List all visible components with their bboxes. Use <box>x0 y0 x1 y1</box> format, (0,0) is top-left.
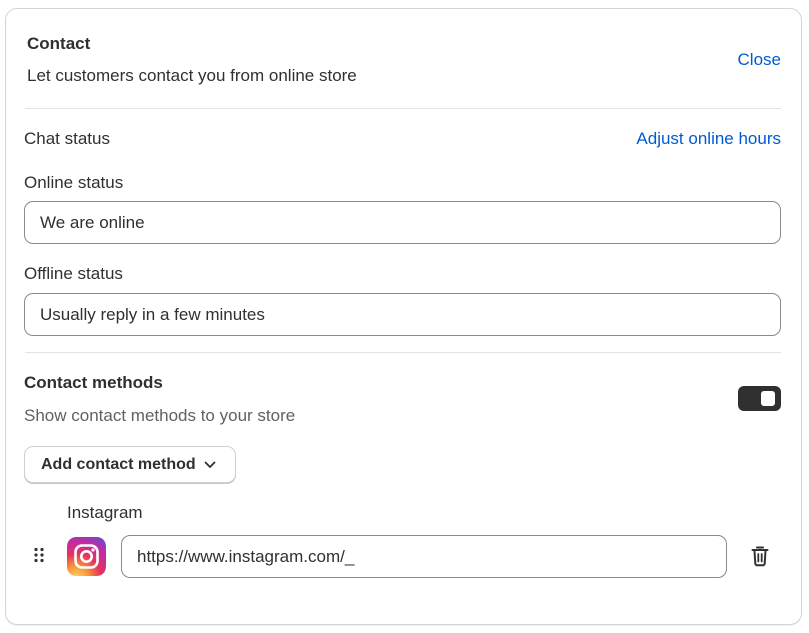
close-link[interactable]: Close <box>738 50 781 70</box>
online-status-label: Online status <box>24 173 124 192</box>
contact-settings-card: Contact Let customers contact you from o… <box>5 8 802 625</box>
toggle-knob <box>761 391 775 406</box>
contact-method-name: Instagram <box>67 503 143 522</box>
offline-status-label: Offline status <box>24 264 123 283</box>
add-contact-method-button[interactable]: Add contact method <box>24 446 236 483</box>
instagram-icon <box>67 537 106 576</box>
online-status-input[interactable]: We are online <box>24 201 781 244</box>
card-subtitle: Let customers contact you from online st… <box>27 66 357 85</box>
trash-icon[interactable] <box>750 545 770 567</box>
add-contact-method-label: Add contact method <box>41 455 196 473</box>
offline-status-value: Usually reply in a few minutes <box>40 304 265 324</box>
adjust-online-hours-link[interactable]: Adjust online hours <box>636 129 781 149</box>
chevron-down-icon <box>204 461 216 469</box>
instagram-url-input[interactable]: https://www.instagram.com/_ <box>121 535 727 578</box>
online-status-value: We are online <box>40 212 145 232</box>
divider <box>25 108 781 109</box>
card-title: Contact <box>27 34 91 53</box>
instagram-url-value: https://www.instagram.com/_ <box>137 546 355 566</box>
divider <box>25 352 781 353</box>
offline-status-input[interactable]: Usually reply in a few minutes <box>24 293 781 336</box>
drag-handle-icon[interactable] <box>33 547 45 563</box>
chat-status-label: Chat status <box>24 129 110 148</box>
contact-methods-description: Show contact methods to your store <box>24 406 296 425</box>
contact-methods-title: Contact methods <box>24 373 163 392</box>
contact-methods-toggle[interactable] <box>738 386 781 411</box>
